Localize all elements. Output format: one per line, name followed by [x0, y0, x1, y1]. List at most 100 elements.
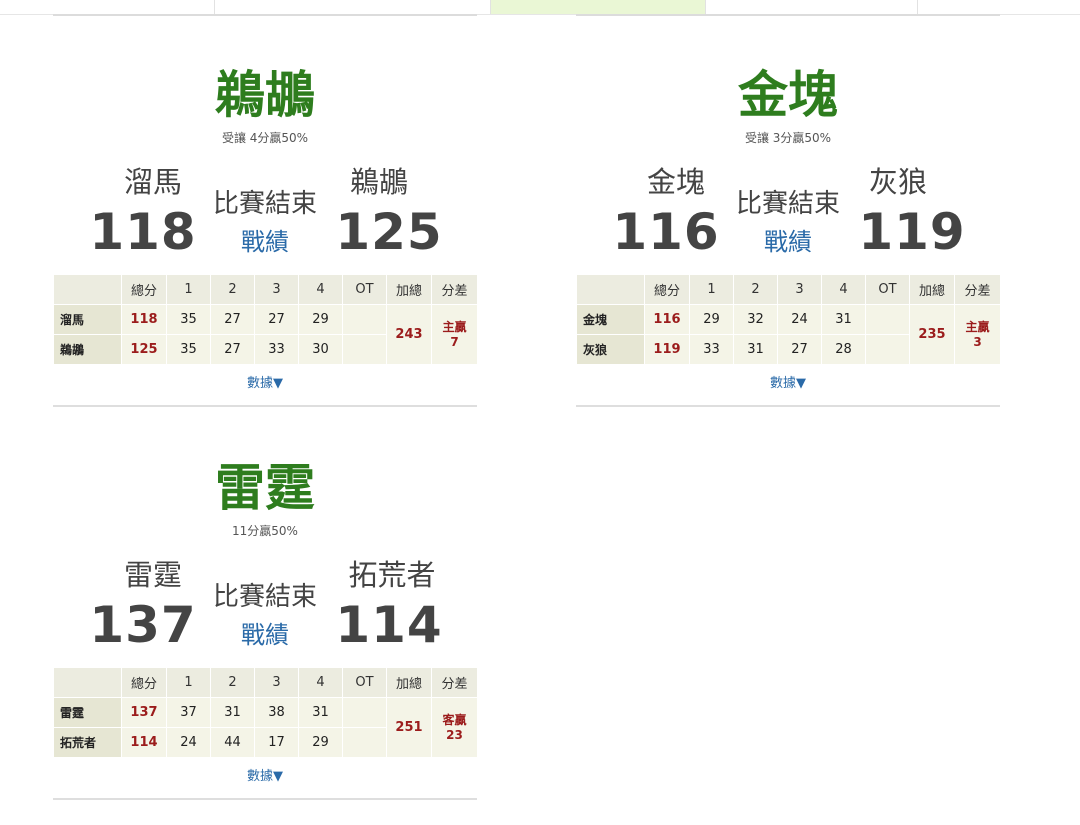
- row-ot: [342, 697, 387, 728]
- game-card: 金塊 受讓 3分贏50% 金塊 116 比賽結束 戰績 灰狼 119 總分 1 …: [576, 0, 1001, 410]
- row-q1: 33: [689, 334, 734, 365]
- row-q4: 31: [298, 697, 343, 728]
- row-ot: [865, 334, 910, 365]
- box-score-table: 總分 1 2 3 4 OT 加總 分差 金塊 116 29 32 24 31 2…: [576, 274, 1001, 365]
- point-diff: 客贏 23: [431, 697, 478, 758]
- point-diff: 主贏 3: [954, 304, 1001, 365]
- handicap-text: 11分贏50%: [232, 524, 298, 538]
- stats-toggle-link[interactable]: 數據▼: [53, 372, 477, 391]
- header-ot: OT: [342, 274, 387, 305]
- header-ot: OT: [865, 274, 910, 305]
- table-row: 金塊 116 29 32 24 31 235 主贏 3: [576, 304, 1001, 365]
- header-q2: 2: [733, 274, 778, 305]
- point-diff: 主贏 7: [431, 304, 478, 365]
- diff-result: 主贏: [442, 319, 467, 334]
- away-team-name[interactable]: 灰狼: [848, 162, 948, 202]
- header-q4: 4: [821, 274, 866, 305]
- row-total: 125: [121, 334, 167, 365]
- points-sum: 243: [386, 304, 432, 365]
- points-sum: 235: [909, 304, 955, 365]
- away-team-name[interactable]: 鵜鶘: [329, 162, 429, 202]
- header-q3: 3: [777, 274, 822, 305]
- header-ot: OT: [342, 667, 387, 698]
- header-q3: 3: [254, 274, 299, 305]
- header-q1: 1: [689, 274, 734, 305]
- row-q3: 27: [254, 304, 299, 335]
- table-row: 溜馬 118 35 27 27 29 243 主贏 7: [53, 304, 478, 365]
- header-q2: 2: [210, 667, 255, 698]
- row-q3: 33: [254, 334, 299, 365]
- diff-value: 3: [973, 334, 982, 349]
- home-team-score: 137: [89, 596, 197, 654]
- row-ot: [342, 334, 387, 365]
- row-q4: 29: [298, 727, 343, 758]
- header-sum: 加總: [386, 274, 432, 305]
- record-link[interactable]: 戰績: [728, 225, 848, 259]
- home-team-name[interactable]: 雷霆: [103, 555, 203, 595]
- row-ot: [342, 304, 387, 335]
- away-team-score: 114: [335, 596, 443, 654]
- table-header-row: 總分 1 2 3 4 OT 加總 分差: [53, 667, 478, 698]
- row-q1: 37: [166, 697, 211, 728]
- header-q2: 2: [210, 274, 255, 305]
- header-corner: [576, 274, 645, 305]
- row-q2: 32: [733, 304, 778, 335]
- header-q1: 1: [166, 274, 211, 305]
- row-total: 119: [644, 334, 690, 365]
- card-divider: [576, 405, 1000, 407]
- record-link[interactable]: 戰績: [205, 618, 325, 652]
- box-score-table: 總分 1 2 3 4 OT 加總 分差 溜馬 118 35 27 27 29 2…: [53, 274, 478, 365]
- row-total: 137: [121, 697, 167, 728]
- header-diff: 分差: [431, 274, 478, 305]
- header-total: 總分: [121, 667, 167, 698]
- away-team-score: 125: [335, 203, 443, 261]
- row-q3: 38: [254, 697, 299, 728]
- row-total: 114: [121, 727, 167, 758]
- table-header-row: 總分 1 2 3 4 OT 加總 分差: [576, 274, 1001, 305]
- game-status: 比賽結束: [212, 189, 317, 219]
- row-q1: 24: [166, 727, 211, 758]
- diff-value: 7: [450, 334, 459, 349]
- header-q4: 4: [298, 667, 343, 698]
- row-team-name: 雷霆: [53, 697, 122, 728]
- diff-result: 客贏: [442, 712, 467, 727]
- game-title: 金塊: [738, 66, 838, 124]
- game-title: 雷霆: [215, 459, 315, 517]
- row-q1: 29: [689, 304, 734, 335]
- row-q3: 17: [254, 727, 299, 758]
- header-total: 總分: [121, 274, 167, 305]
- box-score-table: 總分 1 2 3 4 OT 加總 分差 雷霆 137 37 31 38 31 2…: [53, 667, 478, 758]
- away-team-score: 119: [858, 203, 966, 261]
- row-ot: [865, 304, 910, 335]
- header-q3: 3: [254, 667, 299, 698]
- row-team-name: 拓荒者: [53, 727, 122, 758]
- header-diff: 分差: [954, 274, 1001, 305]
- table-header-row: 總分 1 2 3 4 OT 加總 分差: [53, 274, 478, 305]
- stats-toggle-link[interactable]: 數據▼: [576, 372, 1000, 391]
- header-sum: 加總: [386, 667, 432, 698]
- row-team-name: 金塊: [576, 304, 645, 335]
- stats-toggle-link[interactable]: 數據▼: [53, 765, 477, 784]
- game-card: 雷霆 11分贏50% 雷霆 137 比賽結束 戰績 拓荒者 114 總分 1 2…: [53, 393, 478, 803]
- away-team-name[interactable]: 拓荒者: [337, 555, 447, 595]
- row-q4: 30: [298, 334, 343, 365]
- home-team-name[interactable]: 溜馬: [103, 162, 203, 202]
- header-diff: 分差: [431, 667, 478, 698]
- row-q2: 27: [210, 334, 255, 365]
- game-status: 比賽結束: [735, 189, 840, 219]
- home-team-name[interactable]: 金塊: [626, 162, 726, 202]
- handicap-text: 受讓 3分贏50%: [744, 131, 832, 145]
- row-ot: [342, 727, 387, 758]
- diff-value: 23: [446, 727, 463, 742]
- table-row: 雷霆 137 37 31 38 31 251 客贏 23: [53, 697, 478, 758]
- handicap-text: 受讓 4分贏50%: [221, 131, 309, 145]
- home-team-score: 118: [89, 203, 197, 261]
- header-total: 總分: [644, 274, 690, 305]
- points-sum: 251: [386, 697, 432, 758]
- diff-result: 主贏: [965, 319, 990, 334]
- header-q1: 1: [166, 667, 211, 698]
- game-status: 比賽結束: [212, 582, 317, 612]
- row-q3: 24: [777, 304, 822, 335]
- row-total: 118: [121, 304, 167, 335]
- record-link[interactable]: 戰績: [205, 225, 325, 259]
